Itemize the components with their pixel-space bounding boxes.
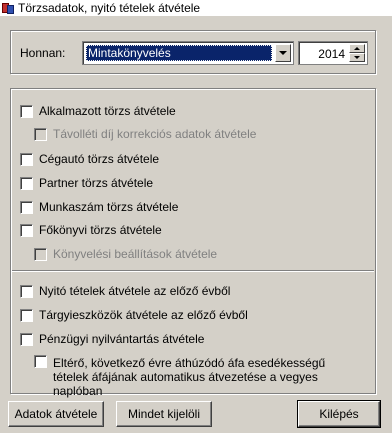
- option-absence-pay: Távolléti díj korrekciós adatok átvétele: [34, 126, 256, 142]
- separator: [12, 270, 374, 272]
- option-label: Pénzügyi nyilvántartás átvétele: [39, 332, 205, 346]
- option-vat-transfer[interactable]: Eltérő, következő évre áthúzódó áfa esed…: [34, 355, 353, 398]
- checkbox[interactable]: [20, 200, 33, 214]
- app-icon: [2, 2, 14, 14]
- option-label: Nyitó tételek átvétele az előző évből: [39, 284, 231, 298]
- year-down-button[interactable]: [349, 53, 365, 62]
- option-fixed-assets[interactable]: Tárgyieszközök átvétele az előző évből: [20, 307, 248, 323]
- option-partner[interactable]: Partner törzs átvétele: [20, 175, 153, 191]
- checkbox[interactable]: [20, 223, 33, 237]
- chevron-down-icon: [279, 51, 287, 55]
- option-label: Cégautó törzs átvétele: [39, 152, 160, 166]
- option-label: Munkaszám törzs átvétele: [39, 200, 179, 214]
- option-label: Távolléti díj korrekciós adatok átvétele: [53, 127, 257, 141]
- arrow-up-icon: [354, 47, 360, 50]
- checkbox[interactable]: [20, 176, 33, 190]
- option-label: Eltérő, következő évre áthúzódó áfa esed…: [53, 356, 326, 398]
- year-value: 2014: [318, 47, 345, 61]
- option-financial-records[interactable]: Pénzügyi nyilvántartás átvétele: [20, 331, 204, 347]
- checkbox[interactable]: [34, 355, 47, 368]
- checkbox: [34, 247, 47, 261]
- option-label: Partner törzs átvétele: [39, 176, 154, 190]
- title-bar: Törzsadatok, nyitó tételek átvétele: [0, 0, 392, 16]
- option-work-number[interactable]: Munkaszám törzs átvétele: [20, 199, 178, 215]
- select-all-button[interactable]: Mindet kijelöli: [116, 401, 212, 427]
- checkbox: [34, 127, 47, 141]
- window-title: Törzsadatok, nyitó tételek átvétele: [18, 1, 201, 15]
- checkbox[interactable]: [20, 104, 33, 118]
- import-data-button[interactable]: Adatok átvétele: [8, 401, 104, 427]
- option-opening-items[interactable]: Nyitó tételek átvétele az előző évből: [20, 283, 230, 299]
- exit-button[interactable]: Kilépés: [297, 400, 381, 428]
- option-label: Könyvelési beállítások átvétele: [53, 247, 218, 261]
- checkbox[interactable]: [20, 284, 33, 298]
- option-employee-master[interactable]: Alkalmazott törzs átvétele: [20, 103, 176, 119]
- checkbox[interactable]: [20, 332, 33, 346]
- option-label: Főkönyvi törzs átvétele: [39, 223, 162, 237]
- checkbox[interactable]: [20, 152, 33, 166]
- source-label: Honnan:: [20, 46, 66, 60]
- arrow-down-icon: [354, 56, 360, 59]
- checkbox[interactable]: [20, 308, 33, 322]
- option-label: Tárgyieszközök átvétele az előző évből: [39, 308, 248, 322]
- source-selected-value: Mintakönyvelés: [86, 45, 272, 61]
- option-accounting-settings: Könyvelési beállítások átvétele: [34, 246, 217, 262]
- option-label: Alkalmazott törzs átvétele: [39, 104, 176, 118]
- option-ledger[interactable]: Főkönyvi törzs átvétele: [20, 222, 162, 238]
- option-company-car[interactable]: Cégautó törzs átvétele: [20, 151, 159, 167]
- year-up-button[interactable]: [349, 44, 365, 53]
- year-spinner[interactable]: 2014: [298, 41, 368, 65]
- combo-dropdown-button[interactable]: [275, 44, 291, 62]
- source-combobox[interactable]: Mintakönyvelés: [82, 41, 294, 65]
